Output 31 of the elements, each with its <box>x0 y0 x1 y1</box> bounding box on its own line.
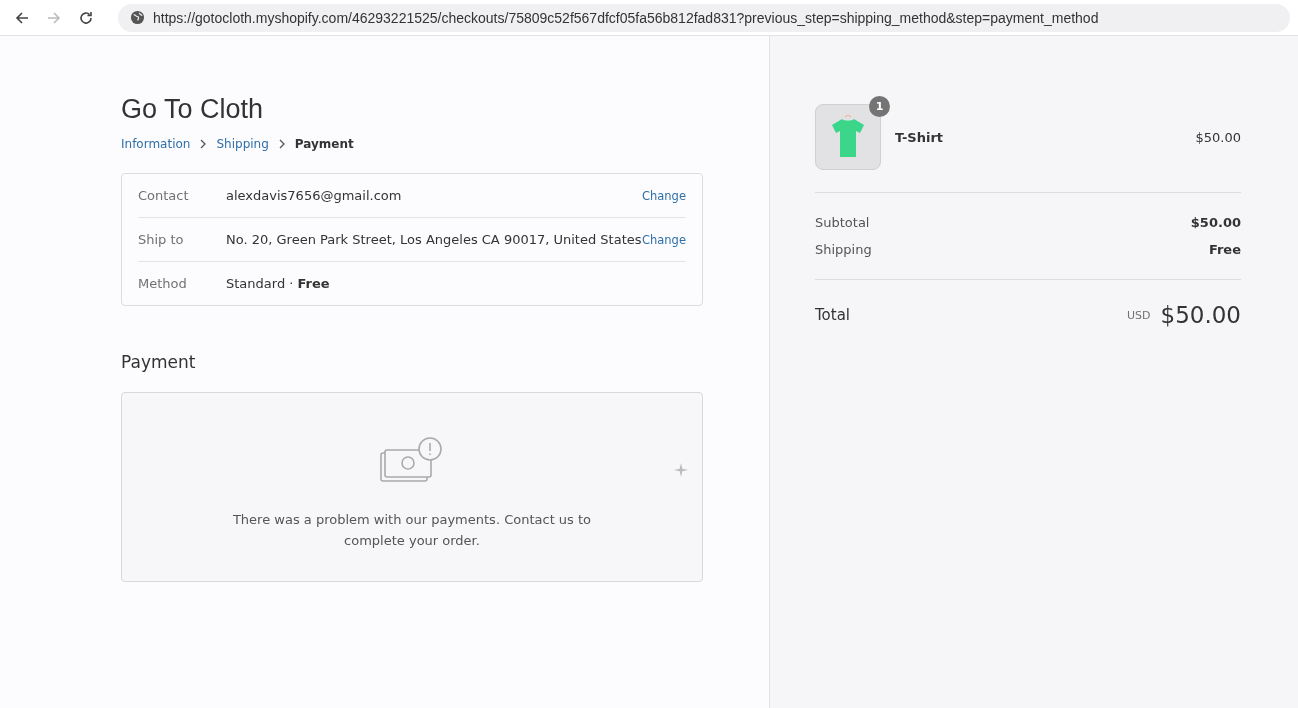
field-label: Ship to <box>138 232 185 247</box>
error-message: There was a problem with our payments. Contact us to complete your order. <box>231 511 593 550</box>
total-label: Total <box>815 306 851 324</box>
sparkle-icon <box>674 463 688 477</box>
summary-label: Shipping <box>815 242 872 257</box>
change-link[interactable]: Change <box>641 188 686 203</box>
globe-icon[interactable] <box>130 10 145 25</box>
field-value: Standard · Free <box>226 276 331 291</box>
shop-title: Go To Cloth <box>121 94 265 125</box>
section-heading: Payment <box>121 352 197 372</box>
total-amount: $50.00 <box>1160 302 1241 328</box>
summary-value: $50.00 <box>1190 215 1241 230</box>
address-bar[interactable]: https://gotocloth.myshopify.com/46293221525/checkouts/75809c52f567dfcf05fa56b812fad831?previous_step=shipping_method&step=payment_method <box>118 3 1290 32</box>
change-link[interactable]: Change <box>641 232 686 247</box>
reload-icon[interactable] <box>78 9 94 26</box>
breadcrumb-link[interactable]: Shipping <box>216 137 269 151</box>
product-name: T-Shirt <box>895 129 945 145</box>
breadcrumb-current: Payment <box>294 137 354 151</box>
field-label: Method <box>138 276 188 291</box>
currency-code: USD <box>1127 308 1151 322</box>
summary-label: Subtotal <box>815 215 870 230</box>
quantity-badge: 1 <box>869 96 890 117</box>
field-value: No. 20, Green Park Street, Los Angeles CA 90017, United States <box>226 232 642 247</box>
money-warning-icon <box>380 437 444 485</box>
field-value: alexdavis7656@gmail.com <box>226 188 403 203</box>
field-label: Contact <box>138 188 190 203</box>
back-icon[interactable] <box>14 9 30 26</box>
product-price: $50.00 <box>1195 129 1241 145</box>
breadcrumb-link[interactable]: Information <box>121 137 191 151</box>
summary-value: Free <box>1208 242 1241 257</box>
url-text: https://gotocloth.myshopify.com/46293221525/checkouts/75809c52f567dfcf05fa56b812fad831?previous_step=shipping_method&step=payment_method <box>153 9 1099 26</box>
